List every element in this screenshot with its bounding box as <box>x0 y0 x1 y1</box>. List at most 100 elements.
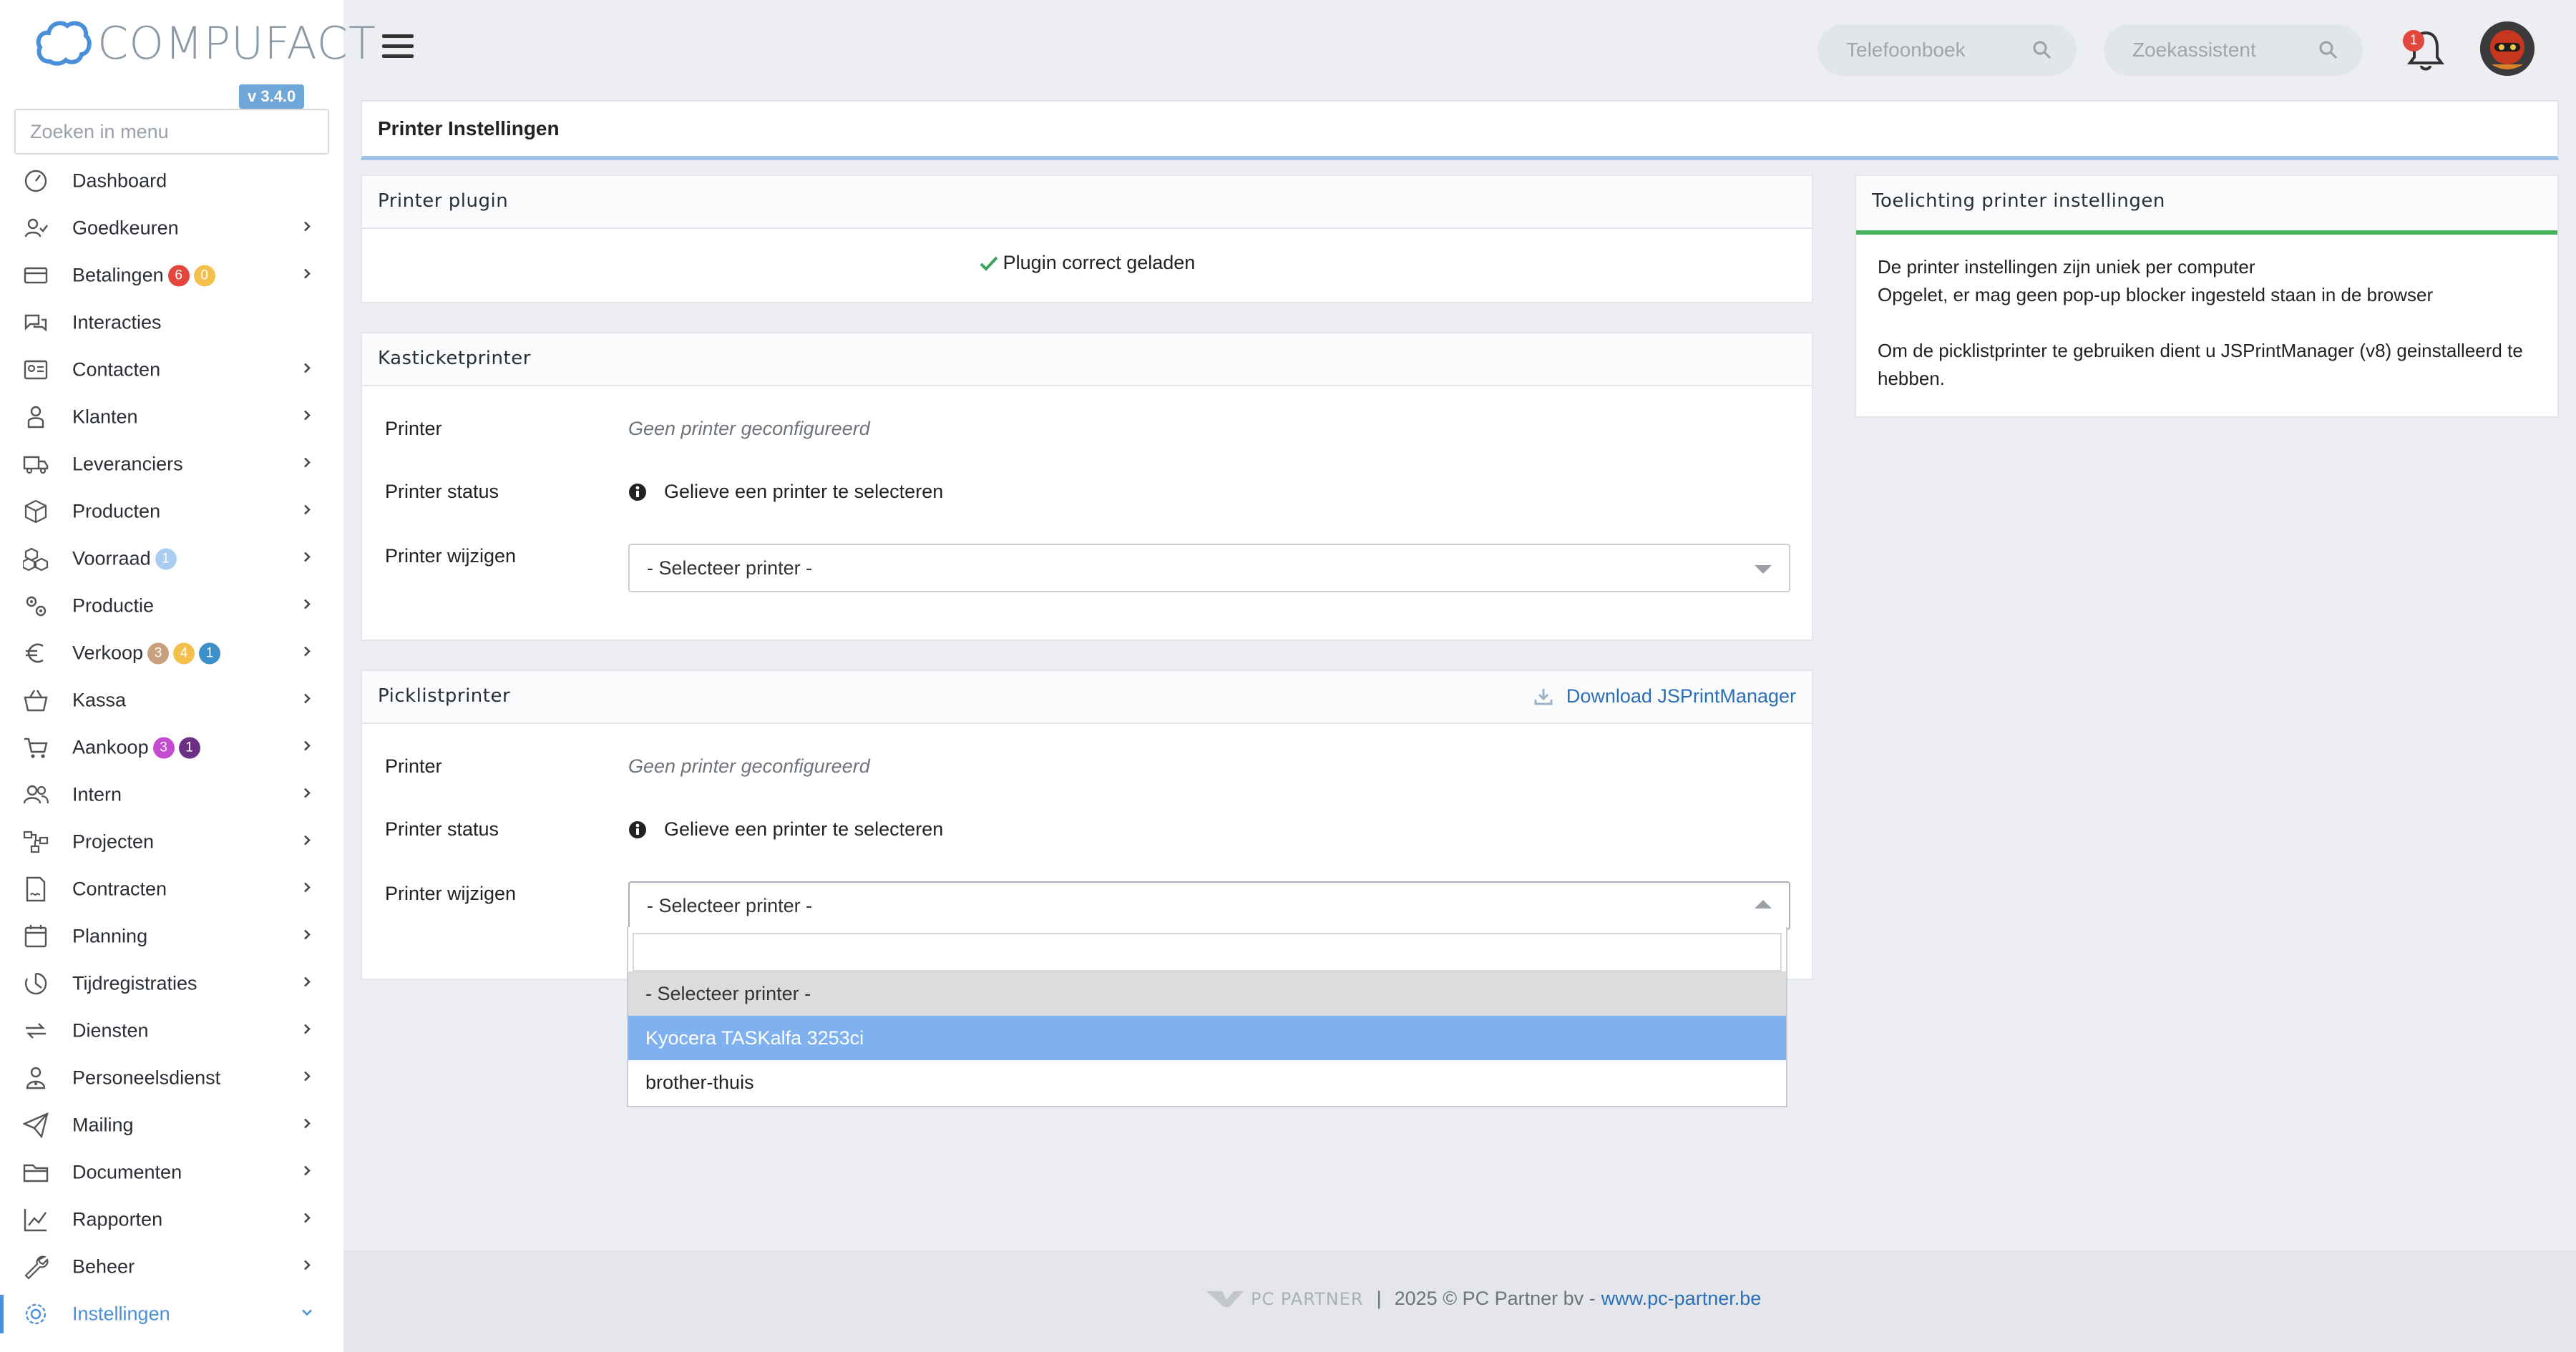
dropdown-option[interactable]: - Selecteer printer - <box>628 971 1786 1016</box>
sidebar-item-diensten[interactable]: Diensten <box>0 1007 343 1054</box>
avatar[interactable] <box>2480 21 2534 76</box>
search-icon[interactable] <box>2318 40 2338 60</box>
count-badge: 6 <box>167 265 190 286</box>
sidebar-item-text: Producten <box>72 500 161 522</box>
sidebar-item-label: Kassa <box>72 690 126 712</box>
card-title: Toelichting printer instellingen <box>1872 190 2165 212</box>
sidebar-item-verkoop[interactable]: Verkoop 3 4 1 <box>0 630 343 677</box>
sidebar-item-betalingen[interactable]: Betalingen 6 0 <box>0 252 343 299</box>
sidebar-item-personeelsdienst[interactable]: Personeelsdienst <box>0 1054 343 1102</box>
line-chart-icon <box>21 1205 50 1234</box>
footer: PC PARTNER | 2025 © PC Partner bv - www.… <box>343 1250 2576 1352</box>
sidebar-item-text: Interacties <box>72 311 162 333</box>
sidebar-item-label: Personeelsdienst <box>72 1067 220 1089</box>
sidebar-item-goedkeuren[interactable]: Goedkeuren <box>0 205 343 252</box>
sidebar-item-label: Tijdregistraties <box>72 973 197 995</box>
plugin-status: Plugin correct geladen <box>362 252 1812 274</box>
hamburger-menu-icon[interactable] <box>382 34 414 63</box>
chevron-right-icon <box>299 1115 315 1137</box>
chevron-right-icon <box>299 973 315 995</box>
count-badge: 4 <box>173 642 195 664</box>
sidebar-item-contracten[interactable]: Contracten <box>0 866 343 913</box>
chevron-right-icon <box>299 217 315 240</box>
sidebar-item-interacties[interactable]: Interacties <box>0 299 343 346</box>
card-title: Printer plugin <box>378 190 509 212</box>
chevron-right-icon <box>299 359 315 381</box>
sidebar-item-voorraad[interactable]: Voorraad 1 <box>0 535 343 582</box>
sidebar-item-beheer[interactable]: Beheer <box>0 1243 343 1290</box>
sidebar-item-productie[interactable]: Productie <box>0 582 343 630</box>
printer-change-label: Printer wijzigen <box>385 545 517 567</box>
basket-icon <box>21 686 50 715</box>
page-header: Printer Instellingen <box>361 100 2559 160</box>
pc-partner-logo-icon <box>1206 1290 1244 1307</box>
assistant-search[interactable]: Zoekassistent <box>2104 24 2363 76</box>
chevron-right-icon <box>299 1020 315 1042</box>
sidebar-item-aankoop[interactable]: Aankoop 3 1 <box>0 724 343 771</box>
select-value: - Selecteer printer - <box>647 557 813 579</box>
printer-dropdown: - Selecteer printer - Kyocera TASKalfa 3… <box>627 927 1787 1107</box>
wrench-icon <box>21 1253 50 1281</box>
dropdown-search-input[interactable] <box>633 933 1782 971</box>
sidebar-item-documenten[interactable]: Documenten <box>0 1149 343 1196</box>
contract-icon <box>21 875 50 903</box>
sidebar-item-text: Klanten <box>72 406 138 428</box>
sidebar-item-label: Contracten <box>72 878 167 901</box>
sidebar-item-dashboard[interactable]: Dashboard <box>0 157 343 205</box>
sidebar-item-tijdregistraties[interactable]: Tijdregistraties <box>0 960 343 1007</box>
sidebar-menu: Dashboard Goedkeuren Betalingen 6 0 Interacti… <box>0 157 343 1338</box>
sidebar-item-intern[interactable]: Intern <box>0 771 343 818</box>
sidebar-item-label: Instellingen <box>72 1303 170 1326</box>
sidebar-item-text: Verkoop <box>72 642 144 664</box>
gears-icon <box>21 592 50 620</box>
menu-search-input[interactable] <box>14 109 329 155</box>
select-value: - Selecteer printer - <box>647 894 813 916</box>
calendar-icon <box>21 922 50 951</box>
chevron-right-icon <box>299 1067 315 1089</box>
cloud-logo-icon <box>36 21 92 66</box>
sidebar-item-text: Instellingen <box>72 1303 170 1325</box>
sidebar-item-text: Goedkeuren <box>72 217 179 239</box>
sidebar-item-klanten[interactable]: Klanten <box>0 393 343 441</box>
sidebar-item-text: Leveranciers <box>72 453 183 475</box>
receipt-printer-select[interactable]: - Selecteer printer - <box>628 544 1790 592</box>
printer-value: Geen printer geconfigureerd <box>628 418 870 439</box>
sidebar-item-text: Voorraad <box>72 547 151 569</box>
sidebar-item-text: Planning <box>72 925 148 947</box>
sidebar-item-text: Contracten <box>72 878 167 900</box>
sidebar-item-text: Betalingen <box>72 264 164 286</box>
download-jsprintmanager-link[interactable]: Download JSPrintManager <box>1533 685 1796 707</box>
count-badge: 3 <box>147 642 170 664</box>
footer-link[interactable]: www.pc-partner.be <box>1601 1288 1762 1310</box>
chevron-right-icon <box>299 265 315 287</box>
sidebar-item-label: Beheer <box>72 1256 135 1278</box>
sidebar-item-mailing[interactable]: Mailing <box>0 1102 343 1149</box>
sidebar-item-contacten[interactable]: Contacten <box>0 346 343 393</box>
printer-value: Geen printer geconfigureerd <box>628 755 870 777</box>
printer-info-card: Toelichting printer instellingen De prin… <box>1855 175 2559 418</box>
search-icon[interactable] <box>2032 40 2052 60</box>
chevron-right-icon <box>299 831 315 853</box>
sidebar-item-kassa[interactable]: Kassa <box>0 677 343 724</box>
card-header: Kasticketprinter <box>362 333 1812 386</box>
sidebar-item-leveranciers[interactable]: Leveranciers <box>0 441 343 488</box>
phonebook-search[interactable]: Telefoonboek <box>1818 24 2077 76</box>
sidebar-item-instellingen[interactable]: Instellingen <box>0 1290 343 1338</box>
sidebar-item-projecten[interactable]: Projecten <box>0 818 343 866</box>
printer-status-value: Gelieve een printer te selecteren <box>628 818 943 841</box>
card-header: Toelichting printer instellingen <box>1856 176 2557 235</box>
chevron-right-icon <box>299 737 315 759</box>
printer-status-value: Gelieve een printer te selecteren <box>628 481 943 503</box>
sidebar-item-producten[interactable]: Producten <box>0 488 343 535</box>
logo[interactable]: COMPUFACT <box>34 14 376 72</box>
sidebar-item-rapporten[interactable]: Rapporten <box>0 1196 343 1243</box>
contact-card-icon <box>21 356 50 384</box>
picklist-printer-select[interactable]: - Selecteer printer - <box>628 881 1790 930</box>
chevron-right-icon <box>299 1162 315 1184</box>
sidebar-item-planning[interactable]: Planning <box>0 913 343 960</box>
chevron-up-icon <box>1755 900 1772 908</box>
dropdown-option[interactable]: brother-thuis <box>628 1060 1786 1104</box>
sidebar-item-label: Dashboard <box>72 170 167 192</box>
sidebar-item-label: Verkoop 3 4 1 <box>72 642 221 665</box>
dropdown-option-highlighted[interactable]: Kyocera TASKalfa 3253ci <box>628 1016 1786 1060</box>
